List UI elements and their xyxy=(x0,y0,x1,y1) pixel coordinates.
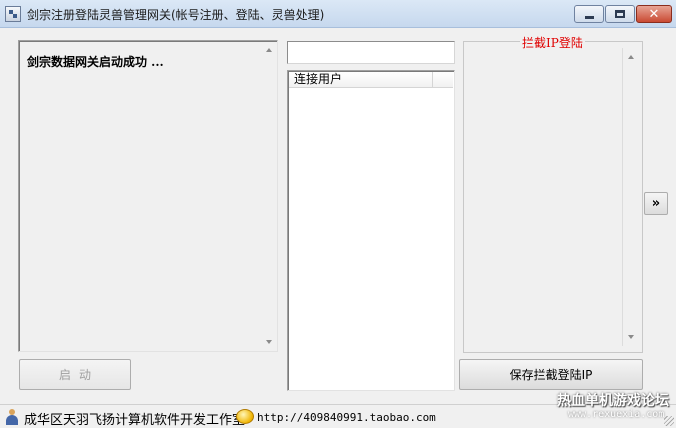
filter-input[interactable] xyxy=(287,41,455,64)
scroll-up-icon[interactable] xyxy=(628,55,634,59)
minimize-icon xyxy=(584,15,594,19)
scroll-down-icon[interactable] xyxy=(266,340,272,344)
list-header: 连接用户 xyxy=(289,72,453,88)
maximize-button[interactable] xyxy=(605,5,635,23)
close-button[interactable]: ✕ xyxy=(636,5,672,23)
expand-button[interactable]: » xyxy=(644,192,668,215)
close-icon: ✕ xyxy=(648,6,660,22)
watermark-url: www.rexuexia.com xyxy=(568,409,665,420)
scroll-down-icon[interactable] xyxy=(628,335,634,339)
resize-grip-icon[interactable] xyxy=(664,416,674,426)
log-message: 剑宗数据网关启动成功 ... xyxy=(27,55,164,69)
title-bar[interactable]: 剑宗注册登陆灵兽管理网关(帐号注册、登陆、灵兽处理) ✕ xyxy=(0,0,676,28)
shop-link[interactable]: http://409840991.taobao.com xyxy=(257,411,436,424)
window-title: 剑宗注册登陆灵兽管理网关(帐号注册、登陆、灵兽处理) xyxy=(27,8,325,22)
person-icon xyxy=(5,409,19,425)
column-header-extra[interactable] xyxy=(434,72,453,87)
log-scrollbar[interactable] xyxy=(261,41,277,351)
chat-icon[interactable] xyxy=(236,409,254,424)
app-icon[interactable] xyxy=(5,6,21,22)
maximize-icon xyxy=(615,10,625,18)
save-blocked-ip-button[interactable]: 保存拦截登陆IP xyxy=(459,359,643,390)
watermark-title: 热血单机游戏论坛 xyxy=(557,393,669,409)
column-header-connected-user[interactable]: 连接用户 xyxy=(289,72,433,87)
log-panel[interactable]: 剑宗数据网关启动成功 ... xyxy=(18,40,278,352)
scroll-up-icon[interactable] xyxy=(266,48,272,52)
ip-list-scrollbar[interactable] xyxy=(622,48,640,346)
connected-users-list[interactable]: 连接用户 xyxy=(287,70,455,391)
start-button[interactable]: 启动 xyxy=(19,359,131,390)
ip-block-group: 拦截IP登陆 xyxy=(463,34,643,353)
studio-name: 成华区天羽飞扬计算机软件开发工作室 xyxy=(24,413,246,428)
minimize-button[interactable] xyxy=(574,5,604,23)
ip-block-list[interactable] xyxy=(464,42,642,352)
